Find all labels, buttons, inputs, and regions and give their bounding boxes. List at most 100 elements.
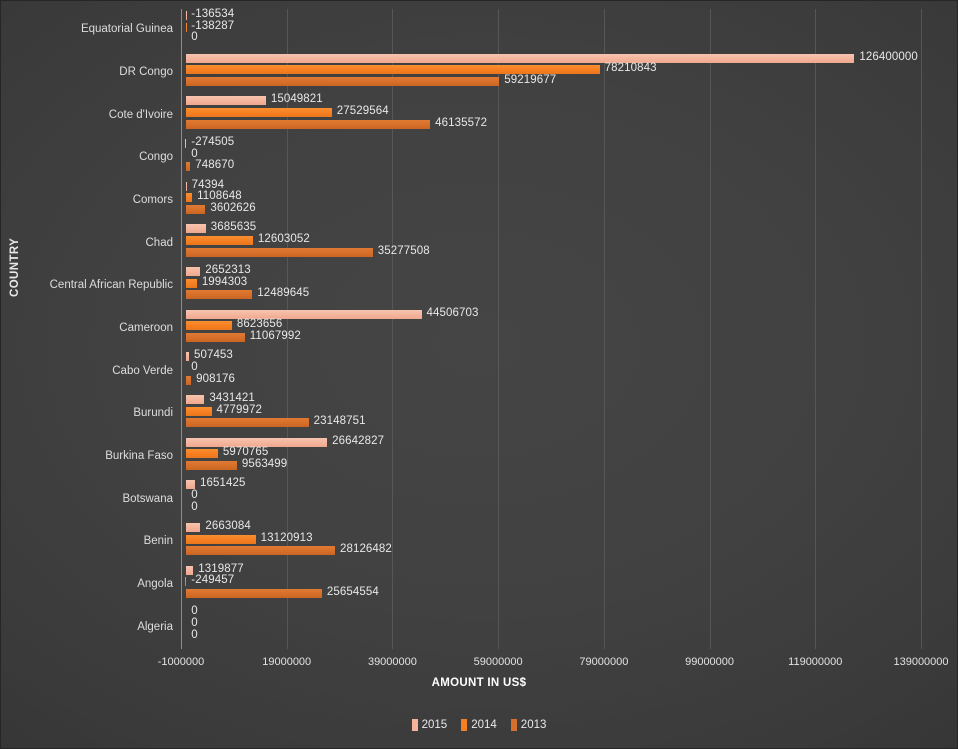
bar-slot: 59219677 bbox=[181, 74, 921, 86]
bar-value-label: 1994303 bbox=[201, 275, 248, 288]
bar-2013[interactable] bbox=[186, 460, 237, 470]
legend-swatch-icon bbox=[411, 719, 418, 731]
bar-slot: 46135572 bbox=[181, 116, 921, 129]
x-tick-label: 59000000 bbox=[473, 656, 523, 668]
bar-slot: 4779972 bbox=[181, 404, 921, 416]
bar-2015[interactable] bbox=[186, 267, 201, 276]
bar-2015[interactable] bbox=[184, 139, 187, 148]
bar-2014[interactable] bbox=[186, 406, 212, 416]
category-label: Comors bbox=[132, 193, 173, 206]
legend-item-2014[interactable]: 2014 bbox=[461, 719, 497, 731]
bar-slot: 11067992 bbox=[181, 329, 921, 342]
category-row: DR Congo 126400000 78210843 59219677 bbox=[119, 51, 921, 95]
bar-group: 15049821 27529564 46135572 bbox=[181, 93, 921, 132]
bar-2014[interactable] bbox=[186, 321, 232, 331]
bar-2013[interactable] bbox=[186, 204, 206, 214]
bar-group: 74394 1108648 3602626 bbox=[181, 179, 921, 218]
bar-slot: -138287 bbox=[181, 20, 921, 32]
bar-slot: 12603052 bbox=[181, 233, 921, 245]
plot-area: Equatorial Guinea -136534 -138287 0 DR Congo… bbox=[50, 8, 922, 649]
bar-2014[interactable] bbox=[184, 577, 187, 587]
bar-2014[interactable] bbox=[186, 449, 218, 459]
bar-slot: 1651425 bbox=[181, 477, 921, 490]
bar-2014[interactable] bbox=[186, 193, 193, 203]
bar-2013[interactable] bbox=[186, 375, 192, 385]
x-tick-label: 79000000 bbox=[579, 656, 629, 668]
bar-2013[interactable] bbox=[186, 418, 309, 428]
category-row: Algeria 0 0 0 bbox=[137, 605, 921, 649]
bar-value-label: 5970765 bbox=[222, 446, 269, 459]
category-row: Chad 3685635 12603052 35277508 bbox=[146, 221, 921, 265]
category-label: Chad bbox=[145, 236, 174, 249]
legend-label: 2014 bbox=[471, 719, 497, 731]
bar-2013[interactable] bbox=[186, 76, 500, 86]
bar-slot: 0 bbox=[181, 148, 921, 160]
bar-value-label: 46135572 bbox=[435, 116, 488, 129]
bar-2013[interactable] bbox=[186, 162, 191, 172]
bar-2015[interactable] bbox=[186, 352, 189, 362]
category-row: Cote d'Ivoire 15049821 27529564 46135572 bbox=[109, 93, 921, 137]
bar-2014[interactable] bbox=[185, 22, 187, 32]
bar-slot: 9563499 bbox=[181, 458, 921, 470]
bar-slot: 0 bbox=[181, 617, 921, 629]
category-row: Benin 2663084 13120913 28126482 bbox=[144, 520, 921, 564]
legend-item-2013[interactable]: 2013 bbox=[510, 719, 546, 731]
bar-2015[interactable] bbox=[186, 181, 188, 191]
bar-2013[interactable] bbox=[186, 247, 373, 257]
bar-slot: 28126482 bbox=[181, 543, 921, 556]
bar-2015[interactable] bbox=[186, 96, 266, 106]
bar-slot: 35277508 bbox=[181, 245, 921, 257]
bar-value-label: 25654554 bbox=[326, 585, 379, 598]
bar-value-label: -274505 bbox=[191, 136, 235, 148]
legend-item-2015[interactable]: 2015 bbox=[411, 719, 448, 731]
legend-swatch-icon bbox=[510, 719, 517, 731]
bar-2015[interactable] bbox=[186, 523, 201, 532]
bar-value-label: 3602626 bbox=[210, 201, 256, 214]
bar-value-label: 11067992 bbox=[249, 329, 301, 342]
bar-2015[interactable] bbox=[185, 11, 187, 20]
category-label: Cabo Verde bbox=[112, 364, 173, 377]
bar-slot: 0 bbox=[181, 629, 921, 641]
bar-2015[interactable] bbox=[186, 224, 206, 234]
bar-value-label: 507453 bbox=[193, 349, 233, 362]
bar-slot: 13120913 bbox=[181, 532, 921, 544]
bar-value-label: 1108648 bbox=[197, 190, 242, 203]
bar-2013[interactable] bbox=[186, 332, 245, 342]
bar-2013[interactable] bbox=[186, 546, 335, 556]
bar-2014[interactable] bbox=[186, 107, 332, 117]
bar-2015[interactable] bbox=[186, 395, 205, 404]
bar-2014[interactable] bbox=[186, 534, 256, 544]
bar-value-label: 748670 bbox=[195, 159, 235, 172]
category-label: Central African Republic bbox=[49, 279, 173, 292]
category-row: Burundi 3431421 4779972 23148751 bbox=[133, 392, 921, 436]
bar-value-label: 0 bbox=[191, 31, 198, 44]
bar-2013[interactable] bbox=[186, 290, 253, 300]
bar-2013[interactable] bbox=[186, 588, 322, 598]
bar-value-label: -136534 bbox=[191, 8, 235, 20]
bar-slot: 3602626 bbox=[181, 201, 921, 214]
category-label: Algeria bbox=[137, 620, 173, 633]
bar-2014[interactable] bbox=[186, 235, 253, 245]
bar-value-label: -249457 bbox=[191, 574, 235, 587]
bar-group: -136534 -138287 0 bbox=[181, 8, 921, 47]
bar-group: 3685635 12603052 35277508 bbox=[181, 221, 921, 260]
bar-slot: 126400000 bbox=[181, 51, 921, 63]
legend-label: 2015 bbox=[421, 719, 448, 731]
category-row: Equatorial Guinea -136534 -138287 0 bbox=[81, 8, 921, 52]
bar-group: 2652313 1994303 12489645 bbox=[181, 264, 921, 303]
bar-slot: -274505 bbox=[181, 136, 921, 148]
x-tick-label: -1000000 bbox=[157, 656, 205, 668]
x-tick-label: 39000000 bbox=[367, 656, 417, 668]
bar-slot: 23148751 bbox=[181, 415, 921, 428]
bar-group: 1651425 0 0 bbox=[181, 477, 921, 516]
bar-2015[interactable] bbox=[186, 309, 422, 319]
bar-2015[interactable] bbox=[186, 53, 855, 63]
bar-2014[interactable] bbox=[186, 278, 197, 288]
bar-value-label: 26642827 bbox=[332, 434, 385, 447]
bar-value-label: 908176 bbox=[196, 372, 236, 385]
bar-group: 26642827 5970765 9563499 bbox=[181, 434, 921, 474]
bar-group: 2663084 13120913 28126482 bbox=[181, 520, 921, 559]
bar-2013[interactable] bbox=[186, 119, 431, 129]
bar-slot: 0 bbox=[181, 605, 921, 617]
bar-slot: 0 bbox=[181, 501, 921, 513]
